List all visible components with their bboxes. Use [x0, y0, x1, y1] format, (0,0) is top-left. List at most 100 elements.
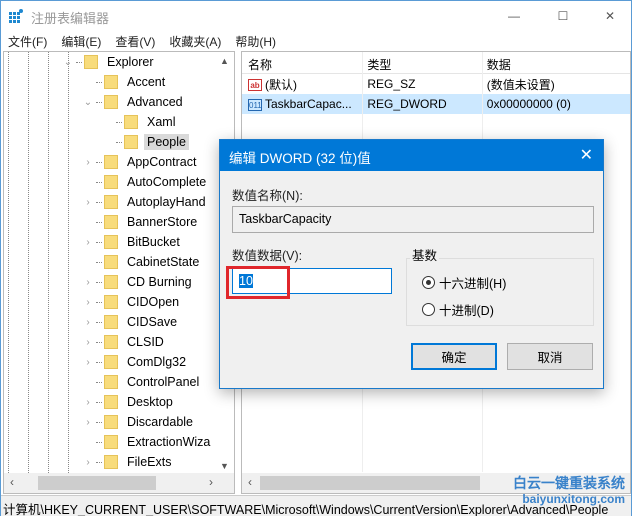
tree-connector	[76, 61, 82, 63]
cancel-button[interactable]: 取消	[507, 343, 593, 370]
tree-node-label: BitBucket	[127, 235, 180, 249]
value-name-field[interactable]: TaskbarCapacity	[232, 206, 594, 233]
scroll-down-icon[interactable]: ▼	[220, 461, 229, 471]
list-hscroll-thumb[interactable]	[260, 476, 480, 490]
scroll-up-icon[interactable]: ▲	[220, 56, 229, 66]
folder-icon	[104, 455, 118, 469]
tree-connector	[96, 261, 102, 263]
ok-button[interactable]: 确定	[411, 343, 497, 370]
chevron-right-icon[interactable]: ›	[82, 197, 94, 208]
chevron-right-icon[interactable]: ›	[82, 417, 94, 428]
close-button[interactable]: ✕	[587, 1, 632, 31]
tree-node[interactable]: › BitBucket	[82, 232, 183, 252]
tree-node-label: ExtractionWiza	[127, 435, 211, 449]
title-bar: 注册表编辑器 — ☐ ✕	[1, 1, 631, 31]
tree-connector	[96, 221, 102, 223]
menu-view[interactable]: 查看(V)	[108, 31, 162, 51]
chevron-right-icon[interactable]: ›	[82, 397, 94, 408]
chevron-right-icon[interactable]: ›	[82, 337, 94, 348]
tree-node[interactable]: CabinetState	[82, 252, 202, 272]
tree-connector	[96, 161, 102, 163]
tree-node-label: CD Burning	[127, 275, 192, 289]
tree-connector	[96, 361, 102, 363]
chevron-right-icon[interactable]: ›	[82, 457, 94, 468]
chevron-down-icon[interactable]: ⌄	[82, 97, 94, 108]
tree-node[interactable]: ControlPanel	[82, 372, 202, 392]
value-type: REG_SZ	[367, 77, 416, 91]
radio-hex[interactable]: 十六进制(H)	[422, 273, 506, 292]
tree-node[interactable]: › ComDlg32	[82, 352, 189, 372]
tree-node[interactable]: ⌄ Advanced	[82, 92, 186, 112]
folder-icon	[104, 215, 118, 229]
scroll-right-icon[interactable]: ›	[209, 475, 213, 489]
header-data[interactable]: 数据	[481, 52, 630, 73]
folder-icon	[104, 275, 118, 289]
chevron-right-icon[interactable]: ›	[82, 237, 94, 248]
scroll-left-icon[interactable]: ‹	[10, 475, 14, 489]
radio-decimal-label: 十进制(D)	[439, 304, 494, 318]
folder-icon	[104, 255, 118, 269]
tree-hscroll-thumb[interactable]	[38, 476, 156, 490]
watermark-logo: 白云一键重装系统 baiyunxitong.com	[513, 475, 625, 507]
tree-node-label: BannerStore	[127, 215, 198, 229]
tree-node-label: AppContract	[127, 155, 197, 169]
header-type[interactable]: 类型	[361, 52, 480, 73]
scroll-left-icon[interactable]: ‹	[248, 475, 252, 489]
folder-icon	[104, 315, 118, 329]
value-name: TaskbarCapac...	[265, 97, 352, 111]
tree-connector	[96, 421, 102, 423]
tree-node[interactable]: › CIDSave	[82, 312, 180, 332]
tree-node[interactable]: People	[102, 132, 189, 152]
tree-node[interactable]: BannerStore	[82, 212, 200, 232]
tree-node-label: Explorer	[107, 55, 154, 69]
tree-node[interactable]: ⌄ Explorer	[62, 52, 157, 72]
menu-favorites[interactable]: 收藏夹(A)	[162, 31, 228, 51]
folder-icon	[104, 235, 118, 249]
registry-tree[interactable]: ▲ ▼ ‹ › ⌄ Explorer Accent ⌄ Advanced Xaml Peop…	[3, 51, 235, 494]
chevron-down-icon[interactable]: ⌄	[62, 57, 74, 68]
tree-node[interactable]: › CD Burning	[82, 272, 195, 292]
dialog-close-icon[interactable]: ✕	[580, 145, 593, 165]
list-row-default[interactable]: ab (默认) REG_SZ (数值未设置)	[242, 74, 630, 94]
tree-node[interactable]: ExtractionWiza	[82, 432, 213, 452]
folder-icon	[104, 155, 118, 169]
menu-edit[interactable]: 编辑(E)	[54, 31, 108, 51]
radio-checked-icon	[422, 276, 435, 289]
list-row-taskbarcapacity[interactable]: 011 TaskbarCapac... REG_DWORD 0x00000000 …	[242, 94, 630, 114]
tree-node[interactable]: AutoComplete	[82, 172, 209, 192]
tree-node[interactable]: › CIDOpen	[82, 292, 182, 312]
tree-horizontal-scrollbar[interactable]: ‹ ›	[4, 473, 234, 493]
tree-node[interactable]: Xaml	[102, 112, 178, 132]
tree-node[interactable]: › AppContract	[82, 152, 199, 172]
minimize-button[interactable]: —	[491, 1, 537, 31]
chevron-right-icon[interactable]: ›	[82, 277, 94, 288]
maximize-button[interactable]: ☐	[540, 1, 586, 31]
tree-node[interactable]: › FileExts	[82, 452, 174, 472]
tree-node-label: FileExts	[127, 455, 172, 469]
tree-node[interactable]: › Desktop	[82, 392, 176, 412]
close-icon: ✕	[604, 9, 616, 23]
folder-icon	[84, 55, 98, 69]
value-data-label: 数值数据(V):	[232, 249, 303, 263]
tree-connector	[116, 141, 122, 143]
tree-node[interactable]: Accent	[82, 72, 168, 92]
tree-guide-line	[68, 52, 69, 473]
tree-node-label: AutoComplete	[127, 175, 207, 189]
tree-connector	[96, 301, 102, 303]
binary-value-icon: 011	[248, 98, 262, 111]
chevron-right-icon[interactable]: ›	[82, 297, 94, 308]
tree-node[interactable]: › CLSID	[82, 332, 167, 352]
menu-help[interactable]: 帮助(H)	[228, 31, 283, 51]
folder-icon	[104, 375, 118, 389]
chevron-right-icon[interactable]: ›	[82, 357, 94, 368]
header-name[interactable]: 名称	[242, 52, 361, 73]
tree-node-label: AutoplayHand	[127, 195, 206, 209]
radio-decimal[interactable]: 十进制(D)	[422, 300, 494, 319]
chevron-right-icon[interactable]: ›	[82, 317, 94, 328]
chevron-right-icon[interactable]: ›	[82, 157, 94, 168]
tree-node[interactable]: › Discardable	[82, 412, 196, 432]
tree-connector	[96, 201, 102, 203]
tree-node[interactable]: › AutoplayHand	[82, 192, 209, 212]
menu-file[interactable]: 文件(F)	[1, 31, 54, 51]
tree-guide-line	[8, 52, 9, 473]
